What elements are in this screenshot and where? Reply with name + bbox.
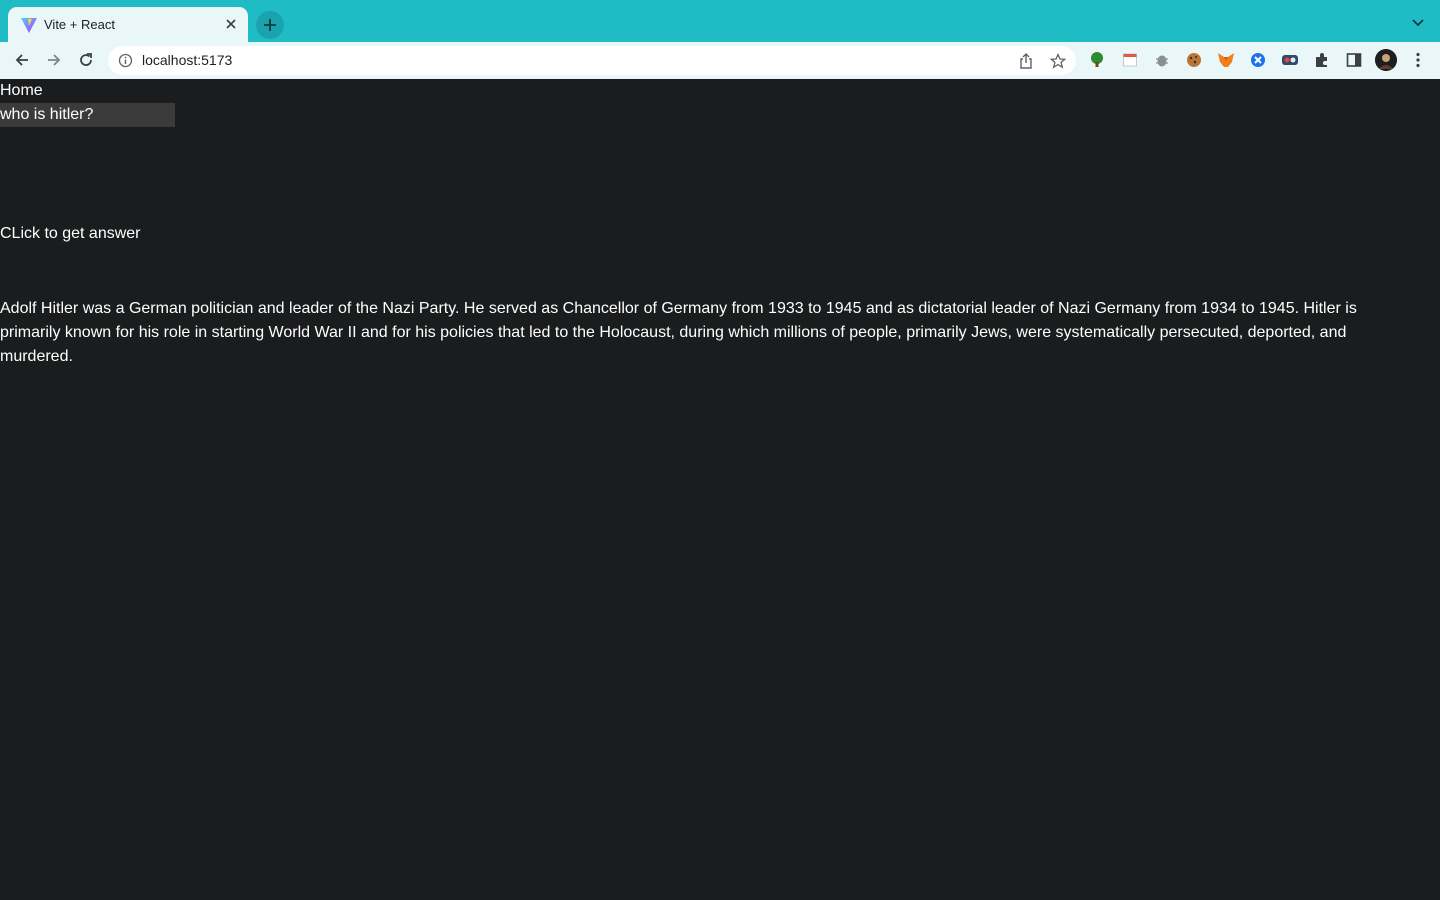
back-icon bbox=[15, 54, 28, 66]
reload-button[interactable] bbox=[72, 46, 100, 74]
browser-toolbar: localhost:5173 bbox=[0, 42, 1440, 79]
tab-close-button[interactable] bbox=[222, 15, 240, 33]
tab-strip: Vite + React bbox=[0, 0, 1440, 42]
get-answer-button[interactable]: CLick to get answer bbox=[0, 225, 141, 243]
bookmark-button[interactable] bbox=[1048, 51, 1068, 71]
browser-tab[interactable]: Vite + React bbox=[8, 7, 248, 42]
share-button[interactable] bbox=[1016, 51, 1036, 71]
calendar-extension-icon[interactable] bbox=[1120, 50, 1140, 70]
metamask-fox-icon[interactable] bbox=[1216, 50, 1236, 70]
goggles-extension-icon[interactable] bbox=[1280, 50, 1300, 70]
back-button[interactable] bbox=[8, 46, 36, 74]
side-panel-icon bbox=[1346, 53, 1362, 67]
reload-icon bbox=[80, 53, 92, 66]
new-tab-button[interactable] bbox=[256, 11, 284, 39]
chevron-down-icon bbox=[1412, 19, 1424, 27]
address-bar[interactable]: localhost:5173 bbox=[108, 46, 1076, 75]
forward-button[interactable] bbox=[40, 46, 68, 74]
home-link[interactable]: Home bbox=[0, 82, 43, 100]
puzzle-icon bbox=[1316, 53, 1327, 67]
tab-search-button[interactable] bbox=[1408, 13, 1428, 33]
bug-extension-icon[interactable] bbox=[1152, 50, 1172, 70]
profile-avatar[interactable] bbox=[1375, 49, 1397, 71]
more-menu-button[interactable] bbox=[1408, 50, 1428, 70]
tab-title: Vite + React bbox=[44, 17, 115, 32]
url-text: localhost:5173 bbox=[142, 52, 233, 68]
cookie-extension-icon[interactable] bbox=[1184, 50, 1204, 70]
side-panel-button[interactable] bbox=[1344, 50, 1364, 70]
share-icon bbox=[1020, 53, 1032, 69]
answer-text: Adolf Hitler was a German politician and… bbox=[0, 300, 1357, 365]
close-icon bbox=[226, 19, 236, 29]
blue-extension-icon[interactable] bbox=[1248, 50, 1268, 70]
extensions-button[interactable] bbox=[1312, 50, 1332, 70]
info-icon[interactable] bbox=[118, 53, 133, 68]
question-input[interactable] bbox=[0, 103, 175, 127]
vite-logo-icon bbox=[21, 18, 37, 33]
page-content: Home CLick to get answer Adolf Hitler wa… bbox=[0, 79, 1440, 900]
tree-extension-icon[interactable] bbox=[1087, 50, 1107, 70]
more-icon bbox=[1416, 52, 1420, 68]
star-icon bbox=[1050, 53, 1066, 69]
forward-icon bbox=[48, 54, 61, 66]
plus-icon bbox=[264, 19, 276, 31]
